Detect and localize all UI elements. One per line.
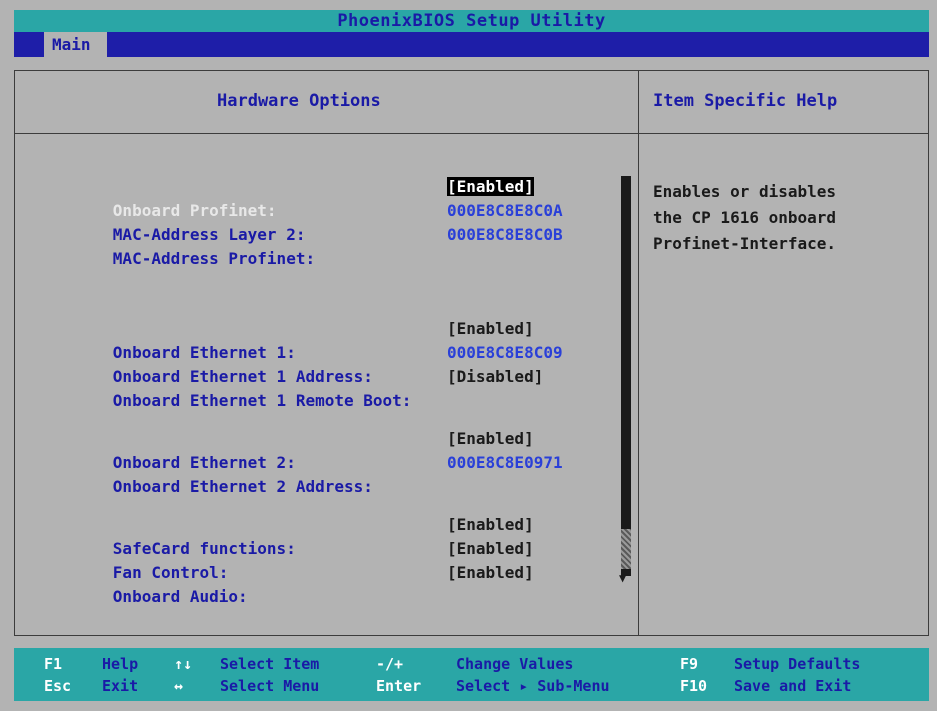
setting-safecard-functions[interactable]: SafeCard functions: [Enabled] [55, 513, 534, 558]
setting-onboard-audio[interactable]: Onboard Audio: [Enabled] [55, 561, 534, 606]
bios-screen: PhoenixBIOS Setup Utility Main Hardware … [0, 0, 937, 711]
change-values-label: Change Values [456, 655, 574, 673]
setting-ethernet-1-remote-boot[interactable]: Onboard Ethernet 1 Remote Boot: [Disable… [55, 365, 544, 410]
setting-onboard-ethernet-1[interactable]: Onboard Ethernet 1: [Enabled] [55, 317, 534, 362]
setting-mac-profinet: MAC-Address Profinet: 000E8C8E8C0B [55, 223, 563, 268]
setting-value: 000E8C8E8C0A [447, 201, 563, 220]
scrollbar-track[interactable] [621, 176, 631, 576]
hardware-options-header: Hardware Options [217, 91, 381, 111]
f10-key[interactable]: F10 [680, 676, 707, 696]
setting-onboard-ethernet-2[interactable]: Onboard Ethernet 2: [Enabled] [55, 427, 534, 472]
setting-value[interactable]: [Enabled] [447, 537, 534, 561]
setting-value[interactable]: [Enabled] [447, 175, 534, 199]
main-panel: Hardware Options Item Specific Help Onbo… [14, 70, 929, 636]
setting-value: 000E8C8E8C0B [447, 225, 563, 244]
help-label: Help [102, 655, 139, 673]
exit-label: Exit [102, 677, 139, 695]
setting-fan-control[interactable]: Fan Control: [Enabled] [55, 537, 534, 582]
f1-key[interactable]: F1 [44, 654, 62, 674]
setting-label: MAC-Address Profinet: [112, 249, 316, 268]
plus-minus-key[interactable]: -/+ [376, 654, 403, 674]
f9-key[interactable]: F9 [680, 654, 698, 674]
select-menu-label: Select Menu [220, 677, 320, 695]
setting-value: 000E8C8E8C09 [447, 343, 563, 362]
panel-divider-vertical [638, 71, 639, 635]
setting-ethernet-1-address: Onboard Ethernet 1 Address: 000E8C8E8C09 [55, 341, 563, 386]
setting-value[interactable]: [Enabled] [447, 561, 534, 585]
setting-mac-layer2: MAC-Address Layer 2: 000E8C8E8C0A [55, 199, 563, 244]
scroll-down-arrow-icon[interactable]: ▼ [619, 571, 626, 585]
setting-ethernet-2-address: Onboard Ethernet 2 Address: 000E8C8E0971 [55, 451, 563, 496]
setting-value[interactable]: [Enabled] [447, 317, 534, 341]
help-text: Enables or disables the CP 1616 onboard … [653, 182, 837, 253]
setting-value[interactable]: [Disabled] [447, 365, 543, 389]
esc-key[interactable]: Esc [44, 676, 71, 696]
setting-label: Onboard Audio: [112, 587, 248, 606]
save-and-exit-label: Save and Exit [734, 677, 852, 695]
setting-label: Onboard Ethernet 2 Address: [112, 477, 373, 496]
tab-main[interactable]: Main [44, 32, 107, 57]
select-item-label: Select Item [220, 655, 320, 673]
item-help-header: Item Specific Help [653, 91, 838, 111]
setting-value-highlight: [Enabled] [447, 177, 534, 196]
setting-value[interactable]: [Enabled] [447, 513, 534, 537]
footer-key-legend: F1 Help ↑↓ Select Item -/+ Change Values… [14, 648, 929, 701]
up-down-arrows-icon: ↑↓ [174, 655, 193, 673]
setting-value: 000E8C8E0971 [447, 453, 563, 472]
select-sub-menu-label: Select ▸ Sub-Menu [456, 677, 610, 695]
setting-value[interactable]: [Enabled] [447, 427, 534, 451]
setting-onboard-profinet[interactable]: Onboard Profinet: [Enabled] [55, 175, 534, 220]
panel-divider-horizontal [15, 133, 928, 134]
menu-bar: Main [14, 32, 929, 57]
setup-defaults-label: Setup Defaults [734, 655, 861, 673]
setting-label: Onboard Ethernet 1 Remote Boot: [112, 391, 412, 410]
left-right-arrows-icon: ↔ [174, 677, 184, 695]
title-bar: PhoenixBIOS Setup Utility [14, 10, 929, 32]
enter-key[interactable]: Enter [376, 676, 421, 696]
scrollbar-thumb[interactable] [621, 529, 631, 569]
